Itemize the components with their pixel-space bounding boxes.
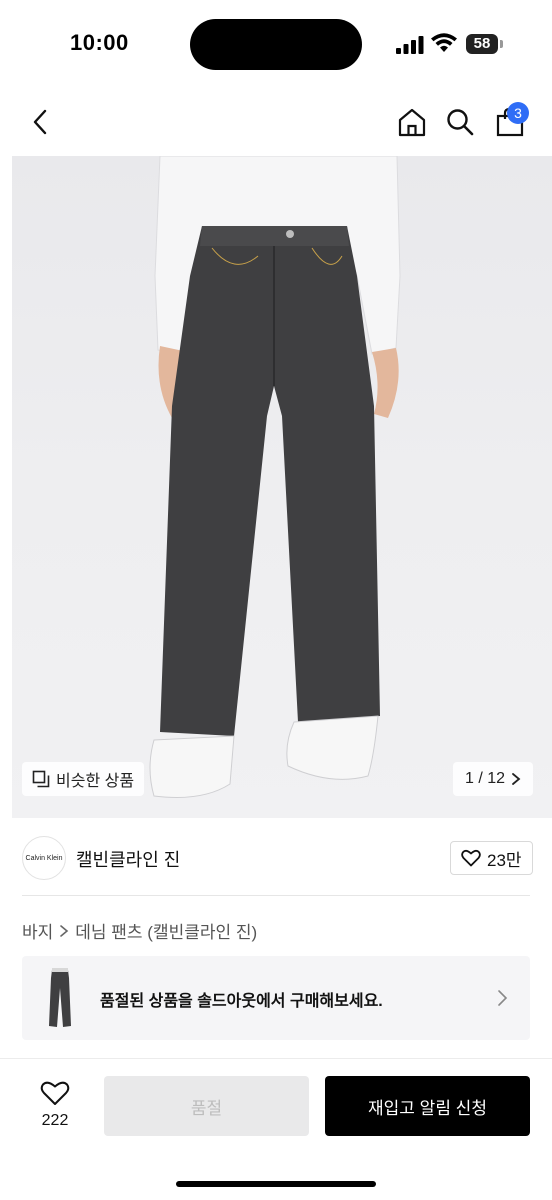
soldout-button[interactable]: 품절: [104, 1076, 309, 1136]
heart-icon: [40, 1081, 70, 1105]
product-photo-jeans: [149, 156, 401, 798]
similar-items-icon: [32, 770, 50, 788]
wishlist-count: 222: [41, 1112, 69, 1129]
wishlist-button[interactable]: 222: [30, 1076, 80, 1136]
battery-tip: [500, 40, 503, 48]
chevron-right-icon: [498, 990, 508, 1006]
home-button[interactable]: [392, 102, 432, 142]
brand-logo[interactable]: Calvin Klein: [22, 836, 66, 880]
product-thumbnail: [49, 968, 71, 1027]
bottom-bar-divider: [0, 1058, 552, 1059]
product-image-carousel[interactable]: 비슷한 상품 1 / 12: [12, 156, 552, 818]
home-indicator[interactable]: [176, 1181, 376, 1187]
chevron-right-icon: [512, 773, 521, 785]
brand-name[interactable]: 캘빈클라인 진: [76, 846, 180, 872]
brand-like-count: 23만: [487, 850, 522, 870]
status-time: 10:00: [70, 30, 129, 55]
brand-row: Calvin Klein 캘빈클라인 진 23만: [0, 830, 552, 886]
chevron-right-icon: [60, 924, 69, 937]
breadcrumb: 바지 데님 팬츠 (캘빈클라인 진): [22, 918, 257, 943]
search-button[interactable]: [440, 102, 480, 142]
similar-products-button[interactable]: 비슷한 상품: [22, 762, 145, 796]
brand-like-button[interactable]: 23만: [450, 841, 533, 875]
soldout-resale-banner[interactable]: 품절된 상품을 솔드아웃에서 구매해보세요.: [22, 956, 530, 1040]
restock-alert-button[interactable]: 재입고 알림 신청: [325, 1076, 530, 1136]
breadcrumb-item-pants[interactable]: 바지: [22, 918, 53, 943]
search-icon: [447, 109, 474, 136]
image-page-indicator[interactable]: 1 / 12: [453, 762, 534, 796]
similar-products-label: 비슷한 상품: [56, 773, 135, 790]
battery-indicator: 58: [466, 34, 498, 54]
dynamic-island: [190, 19, 362, 70]
home-icon: [398, 108, 426, 137]
page-indicator-text: 1 / 12: [465, 770, 506, 787]
wifi-icon: [431, 33, 457, 52]
top-navigation: [0, 90, 552, 156]
divider: [22, 895, 530, 896]
breadcrumb-item-denim[interactable]: 데님 팬츠 (캘빈클라인 진): [75, 918, 257, 943]
soldout-banner-text: 품절된 상품을 솔드아웃에서 구매해보세요.: [100, 993, 383, 1010]
chevron-left-icon: [33, 109, 47, 135]
cellular-signal-icon: [396, 36, 424, 54]
status-bar: 10:00 58: [0, 0, 552, 90]
back-button[interactable]: [20, 102, 60, 142]
cart-count-badge: 3: [507, 102, 529, 124]
heart-icon: [461, 849, 481, 867]
